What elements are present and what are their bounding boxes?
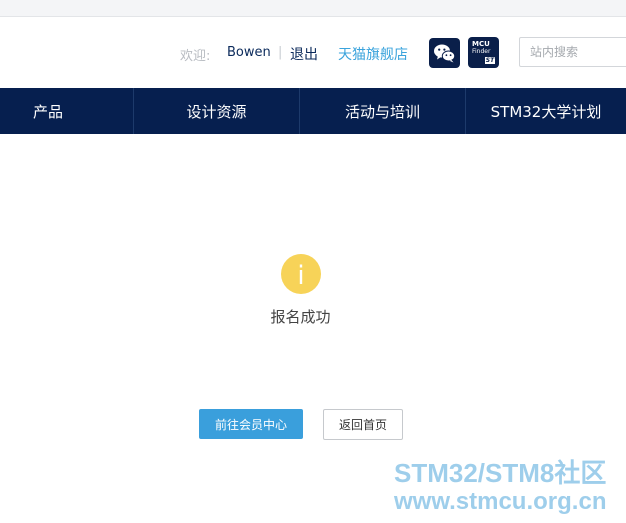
nav-item-university-program[interactable]: STM32大学计划 — [466, 88, 626, 134]
watermark: STM32/STM8社区 www.stmcu.org.cn — [394, 458, 624, 516]
mcu-finder-button[interactable]: MCU Finder ST — [468, 37, 499, 68]
header-separator: | — [278, 45, 283, 60]
search-input[interactable] — [519, 37, 626, 67]
main-nav: 产品 设计资源 活动与培训 STM32大学计划 — [0, 88, 626, 134]
back-home-button[interactable]: 返回首页 — [323, 409, 403, 440]
watermark-url: www.stmcu.org.cn — [394, 488, 607, 515]
wechat-icon — [434, 44, 456, 63]
mcu-finder-subtitle: Finder — [472, 48, 491, 55]
wechat-button[interactable] — [429, 38, 460, 68]
tmall-store-link[interactable]: 天猫旗舰店 — [338, 44, 408, 64]
logout-link[interactable]: 退出 — [290, 44, 318, 64]
go-member-center-button[interactable]: 前往会员中心 — [199, 409, 303, 439]
top-strip — [0, 0, 626, 17]
nav-item-events-training[interactable]: 活动与培训 — [300, 88, 466, 134]
nav-item-design-resources[interactable]: 设计资源 — [134, 88, 300, 134]
nav-item-products[interactable]: 产品 — [0, 88, 134, 134]
welcome-label: 欢迎: — [180, 49, 211, 64]
info-glyph: i — [297, 261, 304, 291]
st-logo-icon: ST — [485, 57, 495, 64]
mcu-finder-title: MCU — [472, 40, 490, 48]
watermark-title: STM32/STM8社区 — [394, 458, 607, 488]
username: Bowen — [227, 45, 271, 60]
header-bar: 欢迎: Bowen | 退出 天猫旗舰店 MCU Finder ST — [0, 17, 626, 88]
info-icon: i — [281, 254, 321, 294]
success-message: 报名成功 — [270, 308, 331, 326]
